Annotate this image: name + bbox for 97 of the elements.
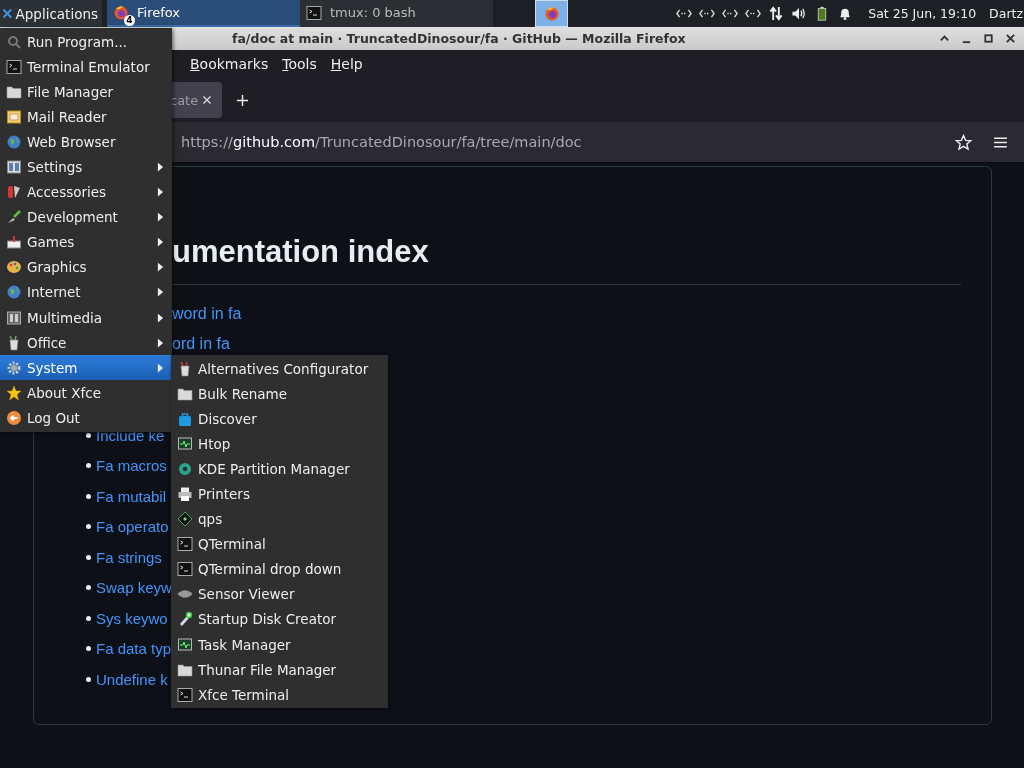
menu-item[interactable]: Internet — [0, 279, 172, 306]
doc-link[interactable]: Fa strings — [96, 548, 162, 566]
applications-menu-button[interactable]: Applications — [0, 0, 102, 27]
bullet-icon — [86, 554, 91, 560]
transfer-icon[interactable] — [768, 6, 785, 21]
film-icon — [6, 309, 22, 326]
folder-icon — [177, 661, 193, 678]
count-badge: 4 — [124, 14, 135, 26]
menu-item[interactable]: Run Program... — [0, 29, 172, 55]
bullet-icon — [86, 432, 91, 438]
close-button[interactable] — [1005, 33, 1016, 44]
menu-item[interactable]: Graphics — [0, 254, 172, 280]
window-title: fa/doc at main · TruncatedDinosour/fa · GitHub — Mozilla Firefox — [232, 31, 686, 46]
logout-icon — [6, 409, 22, 426]
menu-item[interactable]: Xfce Terminal — [171, 682, 388, 708]
menu-item[interactable]: KDE Partition Manager — [171, 456, 388, 482]
bullet-icon — [86, 585, 91, 591]
taskbar-button[interactable]: tmux: 0 bash — [300, 0, 493, 27]
menu-item[interactable]: Discover — [171, 406, 388, 432]
menu-item[interactable]: Office — [0, 330, 172, 356]
menu-item[interactable]: Bookmarks — [185, 54, 274, 74]
menu-item[interactable]: QTerminal drop down — [171, 556, 388, 582]
doc-link[interactable]: ord in fa — [172, 335, 230, 352]
globe-icon — [6, 284, 22, 301]
settings-icon — [6, 159, 22, 175]
menu-item[interactable]: Web Browser — [0, 129, 172, 155]
menu-item[interactable]: qps — [171, 506, 388, 532]
user-name[interactable]: Dartz — [989, 6, 1023, 21]
menu-item[interactable]: Multimedia — [0, 305, 172, 331]
settings-icon — [6, 359, 22, 376]
doc-link[interactable]: Sys keywo — [96, 609, 168, 627]
menu-item[interactable]: Terminal Emulator — [0, 54, 172, 80]
xfce-logo-icon — [2, 6, 13, 21]
doc-link[interactable]: Undefine k — [96, 670, 168, 688]
printer-icon — [177, 486, 193, 502]
doc-link[interactable]: Fa mutabil — [96, 487, 167, 505]
firefox-icon — [543, 5, 560, 22]
close-icon[interactable] — [202, 95, 213, 105]
terminal-icon — [177, 561, 193, 578]
search-icon — [6, 33, 22, 50]
globe-icon — [6, 133, 22, 150]
menu-item[interactable]: Tools — [277, 54, 322, 74]
maximize-button[interactable] — [983, 33, 994, 44]
menu-item[interactable]: Development — [0, 204, 172, 230]
menu-item[interactable]: Games — [0, 229, 172, 255]
usb-icon — [177, 611, 193, 628]
chip-icon — [177, 511, 193, 528]
bullet-icon — [86, 646, 91, 652]
menu-item[interactable]: Htop — [171, 431, 388, 457]
bookmark-star-icon[interactable] — [955, 133, 972, 151]
cup-icon — [6, 334, 22, 351]
folder-icon — [177, 385, 193, 402]
menu-item[interactable]: Task Manager — [171, 632, 388, 658]
workspace-button[interactable] — [535, 0, 568, 27]
terminal-icon — [306, 4, 322, 21]
menu-item[interactable]: About Xfce — [0, 380, 172, 406]
shade-button[interactable] — [939, 33, 950, 44]
bullet-icon — [86, 463, 91, 469]
doc-link[interactable]: word in fa — [172, 305, 242, 322]
new-tab-button[interactable] — [236, 93, 250, 107]
doc-link[interactable]: Fa operato — [96, 518, 169, 536]
terminal-icon — [6, 58, 22, 75]
menu-item[interactable]: Log Out — [0, 405, 172, 431]
monitor-icon — [177, 435, 193, 452]
doc-link[interactable]: Swap keyw — [96, 579, 172, 597]
menu-item[interactable]: Startup Disk Creator — [171, 606, 388, 633]
envelope-icon — [6, 108, 22, 125]
disc-icon — [177, 460, 193, 477]
palette-icon — [6, 259, 22, 276]
bag-icon — [177, 410, 193, 427]
knife-icon — [6, 184, 22, 201]
menu-item[interactable]: Bulk Rename — [171, 381, 388, 407]
doc-link[interactable]: Fa data typ — [96, 640, 172, 658]
terminal-icon — [177, 686, 193, 703]
bullet-icon — [86, 493, 91, 499]
page-heading: umentation index — [172, 233, 430, 271]
bullet-icon — [86, 615, 91, 621]
menu-item[interactable]: Sensor Viewer — [171, 581, 388, 607]
menu-item[interactable]: Thunar File Manager — [171, 657, 388, 683]
star-icon — [6, 384, 22, 401]
volume-icon[interactable] — [791, 6, 808, 21]
bullet-icon — [86, 524, 91, 530]
menu-item[interactable]: QTerminal — [171, 531, 388, 557]
menu-item[interactable]: Printers — [171, 481, 388, 507]
monitor-icon — [177, 636, 193, 653]
terminal-icon — [177, 536, 193, 553]
clock[interactable]: Sat 25 Jun, 19:10 — [868, 6, 977, 21]
bullet-icon — [86, 676, 91, 682]
menu-item[interactable]: Settings — [0, 154, 172, 180]
menu-item[interactable]: System — [0, 355, 172, 381]
doc-link[interactable]: Fa macros — [96, 457, 167, 475]
menu-item[interactable]: Accessories — [0, 179, 172, 205]
menu-item[interactable]: Help — [325, 54, 368, 74]
taskbar-button[interactable]: 4 Firefox — [107, 0, 300, 27]
menu-item[interactable]: Alternatives Configurator — [171, 356, 388, 382]
folder-icon — [6, 83, 22, 100]
cup-icon — [177, 360, 193, 377]
